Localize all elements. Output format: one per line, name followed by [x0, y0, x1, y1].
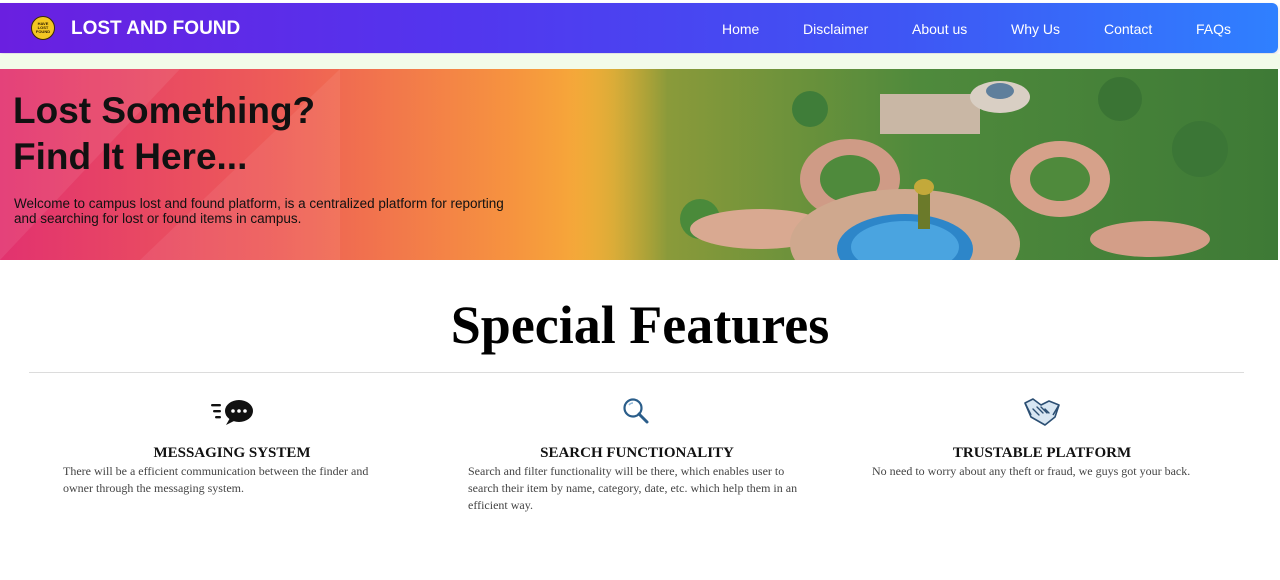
brand-title[interactable]: LOST AND FOUND: [71, 18, 240, 40]
section-divider: [29, 372, 1244, 373]
nav-faqs-link[interactable]: FAQs: [1196, 21, 1231, 37]
nav-contact-link[interactable]: Contact: [1104, 21, 1152, 37]
nav-about-link[interactable]: About us: [912, 21, 967, 37]
logo-icon[interactable]: HAVE LOST FOUND: [31, 16, 55, 40]
nav-home-link[interactable]: Home: [722, 21, 759, 37]
hero-banner: Lost Something? Find It Here... Welcome …: [0, 69, 1278, 260]
campus-aerial-image: [560, 69, 1278, 260]
hero-description: Welcome to campus lost and found platfor…: [14, 196, 504, 226]
handshake-icon: [1024, 398, 1060, 426]
header-spacer: [0, 54, 1280, 69]
magnifier-icon: [623, 398, 649, 424]
feature-title: TRUSTABLE PLATFORM: [952, 445, 1132, 461]
feature-title: MESSAGING SYSTEM: [153, 445, 311, 461]
chat-bubble-icon: [211, 400, 253, 425]
navbar: HAVE LOST FOUND LOST AND FOUND Home Disc…: [0, 3, 1278, 53]
logo-text: HAVE LOST FOUND: [35, 21, 51, 34]
feature-description: There will be a efficient communication …: [63, 464, 369, 495]
nav-disclaimer-link[interactable]: Disclaimer: [803, 21, 868, 37]
hero-title-line1: Lost Something?: [13, 90, 316, 131]
hero-title-line2: Find It Here...: [13, 136, 248, 177]
feature-description: No need to worry about any theft or frau…: [872, 464, 1191, 478]
feature-description: Search and filter functionality will be …: [468, 464, 798, 512]
hero-title: Lost Something? Find It Here...: [13, 88, 315, 180]
nav-why-us-link[interactable]: Why Us: [1011, 21, 1060, 37]
features-heading: Special Features: [450, 295, 830, 355]
feature-title: SEARCH FUNCTIONALITY: [540, 445, 734, 461]
